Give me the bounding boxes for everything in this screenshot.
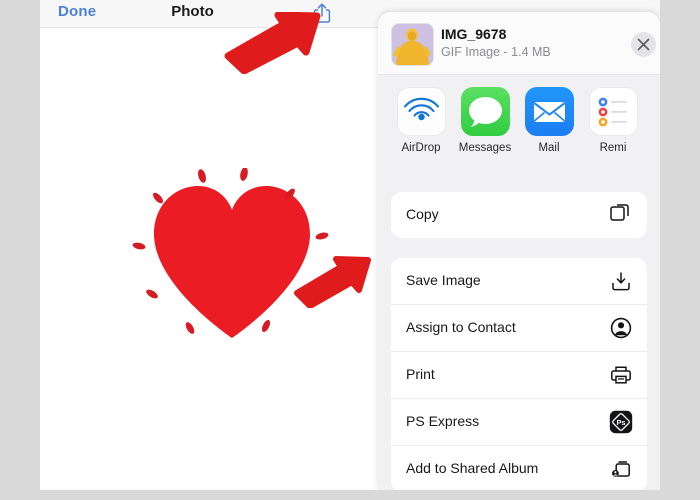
phone-screen-content: Done Photo IMG_9678 GIF Image - 1.4 MB A…: [40, 0, 660, 490]
share-app-label: Remi: [599, 142, 627, 154]
close-icon[interactable]: [631, 32, 656, 57]
file-subtitle: GIF Image - 1.4 MB: [441, 45, 551, 59]
share-app-messages[interactable]: Messages: [456, 87, 514, 154]
contact-person-icon: [609, 316, 633, 340]
action-card-main: Save Image Assign to Contact Print PS Ex…: [391, 258, 647, 490]
save-download-icon: [609, 269, 633, 293]
action-row-add-to-shared-album[interactable]: Add to Shared Album: [391, 445, 647, 490]
reminders-icon: [588, 87, 638, 136]
file-name: IMG_9678: [441, 26, 507, 42]
action-row-ps-express[interactable]: PS Express Ps: [391, 398, 647, 445]
messages-icon: [460, 87, 510, 136]
action-label: Save Image: [406, 272, 481, 288]
action-label: PS Express: [406, 413, 480, 429]
action-card-copy: Copy: [391, 192, 647, 238]
action-label: Copy: [406, 206, 439, 222]
action-label: Assign to Contact: [406, 319, 516, 335]
action-row-save-image[interactable]: Save Image: [391, 258, 647, 304]
share-app-label: AirDrop: [401, 142, 441, 154]
action-label: Add to Shared Album: [406, 460, 539, 476]
mail-icon: [524, 87, 574, 136]
copy-pages-icon: [609, 203, 633, 227]
printer-icon: [609, 363, 633, 387]
share-app-mail[interactable]: Mail: [520, 87, 578, 154]
arrow-pointing-to-save-image: [292, 256, 374, 313]
share-app-label: Mail: [538, 142, 560, 154]
action-row-copy[interactable]: Copy: [391, 192, 647, 238]
airdrop-icon: [396, 87, 446, 136]
share-app-reminders[interactable]: Remi: [584, 87, 642, 154]
action-label: Print: [406, 366, 435, 382]
screenshot-root: Done Photo IMG_9678 GIF Image - 1.4 MB A…: [0, 0, 700, 500]
heart-shape: [154, 186, 310, 338]
share-sheet-header: IMG_9678 GIF Image - 1.4 MB: [378, 12, 660, 75]
arrow-pointing-to-share-button: [222, 11, 327, 79]
share-apps-row: AirDrop Messages Mail Remi: [378, 87, 660, 169]
svg-text:Ps: Ps: [616, 418, 625, 427]
action-row-print[interactable]: Print: [391, 351, 647, 398]
shared-album-icon: [609, 457, 633, 481]
ps-express-app-icon: Ps: [609, 410, 633, 434]
share-sheet-panel: IMG_9678 GIF Image - 1.4 MB AirDrop Mess…: [378, 12, 660, 490]
share-app-label: Messages: [458, 142, 512, 154]
file-thumbnail: [391, 23, 434, 66]
share-app-airdrop[interactable]: AirDrop: [392, 87, 450, 154]
action-row-assign-to-contact[interactable]: Assign to Contact: [391, 304, 647, 351]
